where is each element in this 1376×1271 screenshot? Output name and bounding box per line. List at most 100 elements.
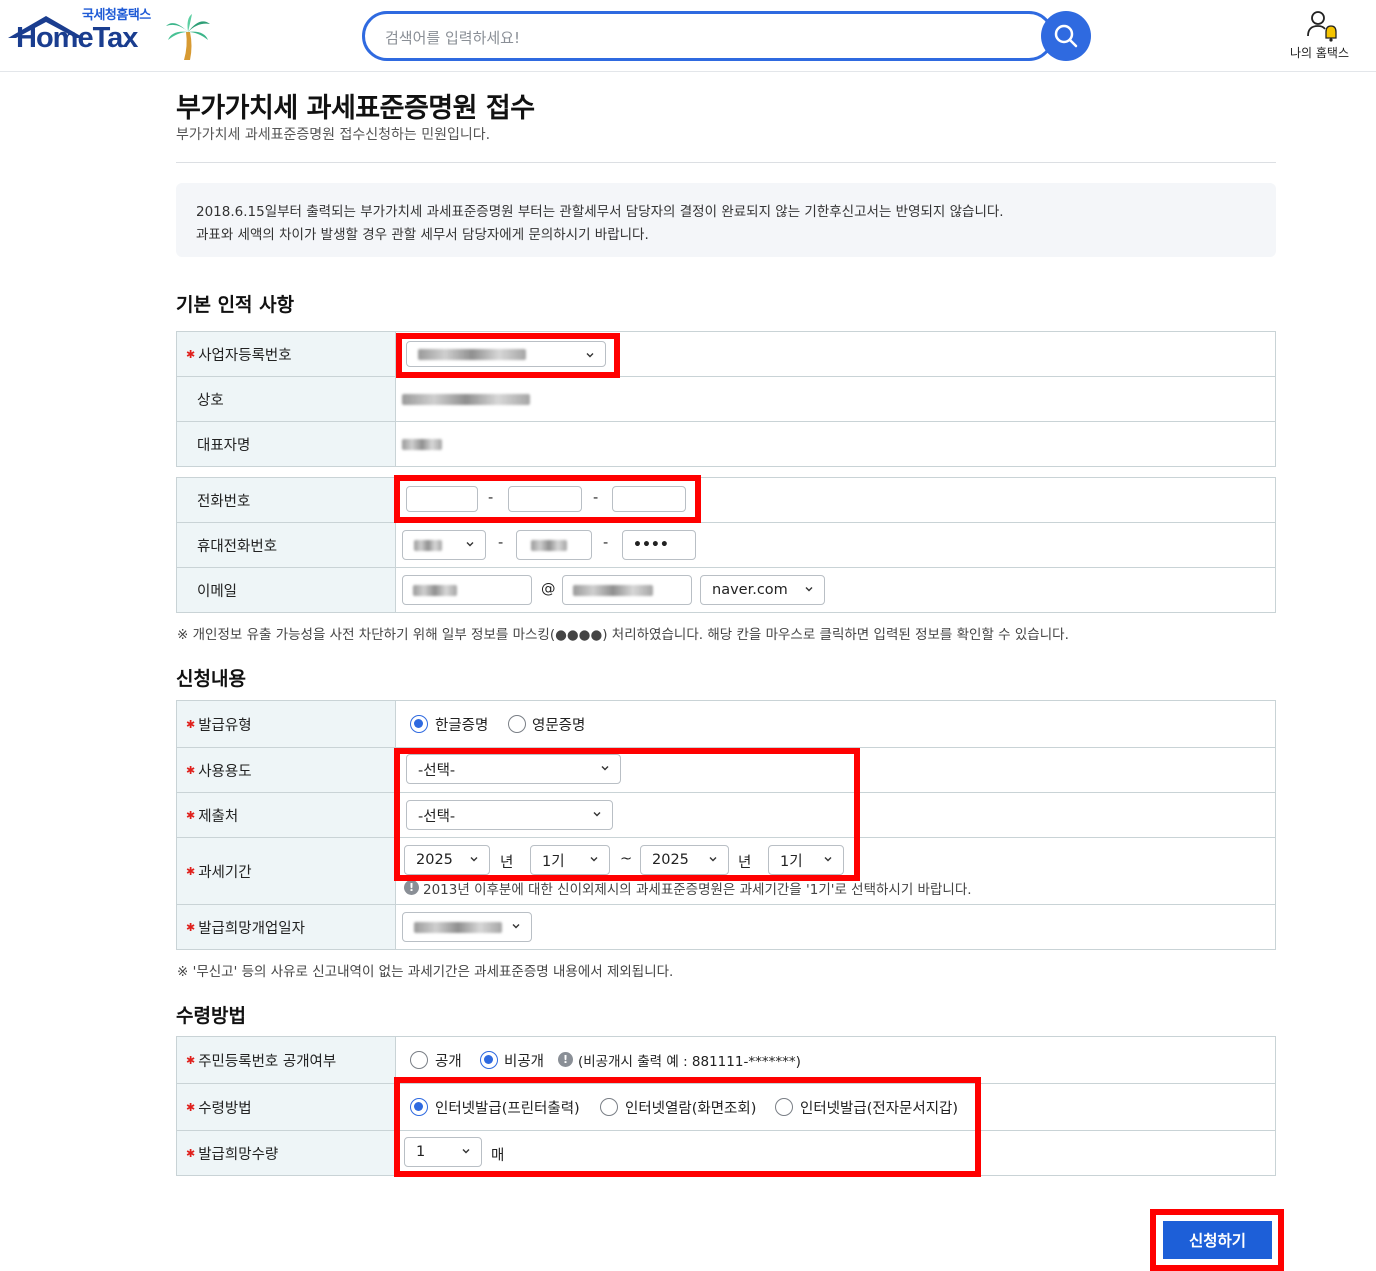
apply-table: ✱ 발급유형 한글증명 영문증명 ✱ 사용용도 -선택- ✱ 제출처 -선택- ✱ 과세… (176, 700, 1276, 950)
section-title-receive: 수령방법 (176, 1005, 246, 1027)
label-purpose: ✱ 사용용도 (177, 748, 396, 792)
row-quantity: ✱ 발급희망수량 1 매 (177, 1131, 1275, 1176)
required-mark: ✱ (186, 1146, 196, 1160)
mobile-field-2[interactable] (516, 530, 592, 560)
cell-receive-method: 인터넷발급(프린터출력) 인터넷열람(화면조회) 인터넷발급(전자문서지갑) (396, 1084, 1275, 1130)
row-purpose: ✱ 사용용도 -선택- (177, 748, 1275, 793)
info-icon: ! (404, 880, 419, 895)
mobile-sep-2: - (603, 535, 609, 551)
cell-quantity: 1 매 (396, 1131, 1275, 1175)
period-to-term-value: 1기 (780, 853, 803, 870)
period-from-term-select[interactable]: 1기 (530, 845, 610, 875)
chevron-down-icon (466, 542, 474, 547)
period-to-year-select[interactable]: 2025 (640, 845, 729, 875)
apply-footnote: ※ '무신고' 등의 사유로 신고내역이 없는 과세기간은 과세표준증명 내용에… (177, 964, 674, 980)
period-from-year-select[interactable]: 2025 (404, 845, 490, 875)
radio-rrn-public-label[interactable]: 공개 (435, 1050, 462, 1071)
label-submit-to: ✱ 제출처 (177, 793, 396, 837)
search-input[interactable] (383, 26, 1023, 50)
radio-korean-cert-label[interactable]: 한글증명 (435, 714, 488, 735)
period-to-term-select[interactable]: 1기 (768, 845, 844, 875)
label-open-date-text: 발급희망개업일자 (198, 920, 305, 937)
info-icon: ! (558, 1052, 573, 1067)
phone-field-3[interactable] (612, 486, 686, 512)
section-title-basic: 기본 인적 사항 (176, 294, 295, 316)
cell-purpose: -선택- (396, 748, 1275, 792)
receive-table: ✱ 주민등록번호 공개여부 공개 비공개 ! (비공개시 출력 예 : 88111… (176, 1036, 1276, 1176)
page-title: 부가가치세 과세표준증명원 접수 (176, 93, 535, 124)
radio-korean-cert[interactable] (410, 715, 428, 733)
search-icon (1054, 24, 1078, 48)
label-mobile: 휴대전화번호 (177, 523, 396, 567)
phone-sep-2: - (593, 490, 599, 506)
label-issue-type: ✱ 발급유형 (177, 701, 396, 747)
label-purpose-text: 사용용도 (198, 763, 252, 780)
logo-korean-text: 국세청홈택스 (82, 8, 151, 23)
purpose-select[interactable]: -선택- (406, 754, 621, 784)
mobile-sep-1: - (498, 535, 504, 551)
email-at-sign: @ (541, 581, 556, 597)
chevron-down-icon (462, 1149, 470, 1154)
radio-english-cert-label[interactable]: 영문증명 (532, 714, 585, 735)
radio-internet-view-label[interactable]: 인터넷열람(화면조회) (625, 1097, 756, 1118)
quantity-select[interactable]: 1 (404, 1137, 482, 1167)
email-domain-field[interactable] (562, 575, 692, 605)
ceo-masked (402, 439, 442, 450)
cell-company (396, 377, 1275, 421)
mobile-prefix-select[interactable] (402, 530, 486, 560)
row-period: ✱ 과세기간 2025 년 1기 ~ 2025 년 1기 ! 2013년 이후분에 (177, 838, 1275, 905)
row-email: 이메일 @ naver.com (177, 568, 1275, 613)
notice-line-2: 과표와 세액의 차이가 발생할 경우 관할 세무서 담당자에게 문의하시기 바랍… (196, 227, 649, 243)
phone-field-2[interactable] (508, 486, 582, 512)
radio-english-cert[interactable] (508, 715, 526, 733)
rrn-example: (비공개시 출력 예 : 881111-*******) (578, 1054, 801, 1070)
biz-no-select[interactable] (406, 341, 606, 367)
email-id-field[interactable] (402, 575, 532, 605)
quantity-value: 1 (416, 1144, 426, 1160)
required-mark: ✱ (186, 808, 196, 822)
year-unit-to: 년 (738, 855, 752, 871)
radio-rrn-private[interactable] (480, 1051, 498, 1069)
cell-open-date (396, 905, 1275, 949)
row-mobile: 휴대전화번호 - - •••• (177, 523, 1275, 568)
label-biz-no-text: 사업자등록번호 (198, 347, 292, 364)
open-date-select[interactable] (402, 912, 532, 942)
mobile-field-3[interactable]: •••• (622, 530, 696, 560)
cell-phone: - - (396, 478, 1275, 522)
submit-to-select[interactable]: -선택- (406, 800, 613, 830)
label-email: 이메일 (177, 568, 396, 612)
logo-english-text: HomeTax (16, 22, 138, 54)
email-domain-select[interactable]: naver.com (700, 575, 825, 605)
cell-issue-type: 한글증명 영문증명 (396, 701, 1275, 747)
submit-button[interactable]: 신청하기 (1163, 1221, 1272, 1259)
required-mark: ✱ (186, 347, 196, 361)
radio-internet-print[interactable] (410, 1098, 428, 1116)
label-issue-type-text: 발급유형 (198, 717, 252, 734)
radio-rrn-public[interactable] (410, 1051, 428, 1069)
basic-info-table: ✱ 사업자등록번호 상호 대표자명 (176, 331, 1276, 467)
submit-to-value: -선택- (418, 808, 456, 825)
cell-submit-to: -선택- (396, 793, 1275, 837)
year-unit-from: 년 (500, 855, 514, 871)
phone-field-1[interactable] (406, 486, 478, 512)
purpose-value: -선택- (418, 762, 456, 779)
chevron-down-icon (590, 857, 598, 862)
radio-internet-wallet[interactable] (775, 1098, 793, 1116)
row-phone: 전화번호 - - (177, 478, 1275, 523)
search-button[interactable] (1041, 11, 1091, 61)
row-submit-to: ✱ 제출처 -선택- (177, 793, 1275, 838)
chevron-down-icon (470, 857, 478, 862)
period-tilde: ~ (620, 851, 633, 867)
radio-internet-print-label[interactable]: 인터넷발급(프린터출력) (435, 1097, 580, 1118)
chevron-down-icon (824, 857, 832, 862)
radio-rrn-private-label[interactable]: 비공개 (504, 1050, 544, 1071)
chevron-down-icon (586, 353, 594, 358)
radio-internet-wallet-label[interactable]: 인터넷발급(전자문서지갑) (800, 1097, 958, 1118)
masked-value (414, 539, 442, 551)
cell-rrn: 공개 비공개 ! (비공개시 출력 예 : 881111-*******) (396, 1037, 1275, 1083)
label-period-text: 과세기간 (198, 864, 252, 881)
radio-internet-view[interactable] (600, 1098, 618, 1116)
notice-line-1: 2018.6.15일부터 출력되는 부가가치세 과세표준증명원 부터는 관할세무… (196, 204, 1004, 220)
palm-tree-icon (166, 14, 210, 60)
label-biz-no: ✱ 사업자등록번호 (177, 332, 396, 376)
